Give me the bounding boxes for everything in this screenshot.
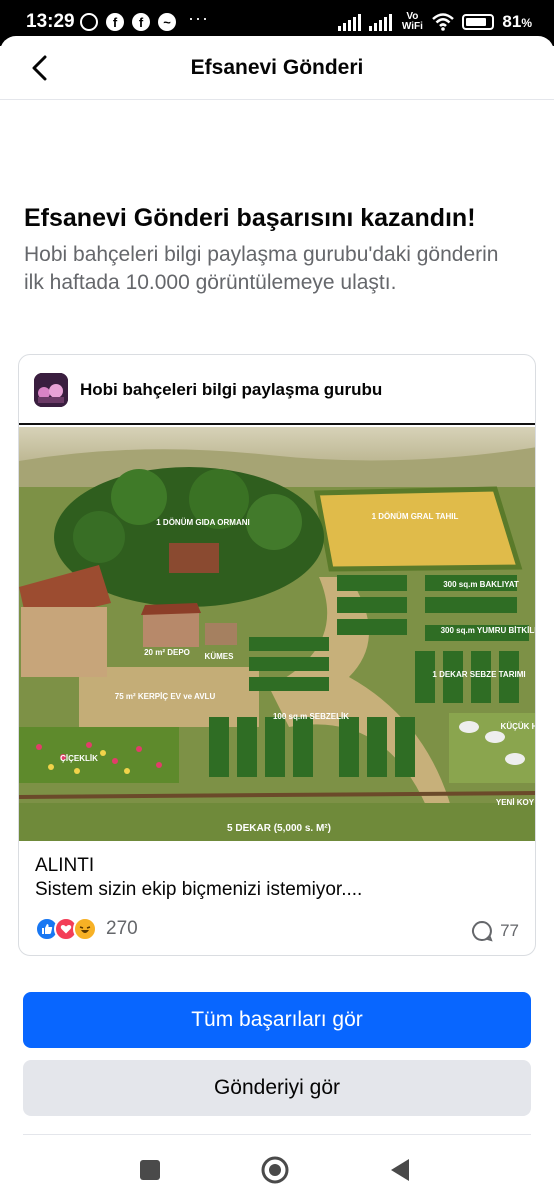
battery-percent: 81: [502, 12, 522, 31]
label-total: 5 DEKAR (5,000 s. M²): [227, 823, 331, 834]
back-nav-button[interactable]: [384, 1154, 416, 1186]
label-legumes: 300 sq.m BAKLIYAT: [443, 580, 519, 589]
divider: [23, 1134, 531, 1135]
group-name[interactable]: Hobi bahçeleri bilgi paylaşma gurubu: [80, 380, 382, 400]
home-circle-icon: [261, 1156, 289, 1184]
view-post-button[interactable]: Gönderiyi gör: [23, 1060, 531, 1116]
square-icon: [140, 1160, 160, 1180]
achievement-description: Hobi bahçeleri bilgi paylaşma gurubu'dak…: [24, 243, 499, 294]
label-small-livestock: KÜÇÜK H: [501, 722, 536, 731]
label-tubers: 300 sq.m YUMRU BİTKİLER: [441, 626, 536, 635]
alarm-icon: [80, 13, 98, 31]
post-text[interactable]: Sistem sizin ekip biçmenizi istemiyor...…: [35, 879, 362, 901]
achievement-title: Efsanevi Gönderi başarısını kazandın!: [24, 204, 476, 232]
label-mudhouse: 75 m² KERPİÇ EV ve AVLU: [115, 692, 216, 701]
haha-reaction-icon: [73, 917, 97, 941]
facebook-icon: f: [132, 13, 150, 31]
facebook-icon: f: [106, 13, 124, 31]
comment-icon: [472, 920, 493, 942]
comment-count: 77: [500, 921, 519, 940]
signal-icon: [338, 13, 362, 31]
signal-icon: [369, 13, 393, 31]
post-image[interactable]: 1 DÖNÜM GIDA ORMANI 1 DÖNÜM GRAL TAHIL 3…: [19, 427, 536, 841]
label-depot: 20 m² DEPO: [144, 648, 190, 657]
comments-summary[interactable]: 77: [470, 919, 519, 943]
label-flowers: ÇİÇEKLİK: [60, 754, 98, 763]
page-title: Efsanevi Gönderi: [190, 56, 364, 79]
status-time: 13:29: [26, 11, 75, 32]
system-navigation-bar: [0, 1140, 554, 1200]
page-header: Efsanevi Gönderi: [0, 36, 554, 100]
label-grain: 1 DÖNÜM GRAL TAHIL: [372, 512, 459, 521]
home-button[interactable]: [259, 1154, 291, 1186]
recent-apps-button[interactable]: [134, 1154, 166, 1186]
reaction-count: 270: [106, 918, 138, 939]
group-row[interactable]: Hobi bahçeleri bilgi paylaşma gurubu: [19, 355, 535, 425]
battery-unit: %: [521, 16, 532, 30]
label-feed: YENİ KOY: [496, 798, 535, 807]
messenger-icon: ~: [158, 13, 176, 31]
more-icon: ···: [188, 7, 209, 28]
see-all-achievements-button[interactable]: Tüm başarıları gör: [23, 992, 531, 1048]
label-coop: KÜMES: [205, 652, 235, 661]
label-food-forest: 1 DÖNÜM GIDA ORMANI: [156, 518, 249, 527]
group-avatar[interactable]: [34, 373, 68, 407]
triangle-back-icon: [391, 1159, 409, 1181]
reactions-summary[interactable]: 270: [35, 917, 138, 941]
post-card[interactable]: Hobi bahçeleri bilgi paylaşma gurubu 1 D…: [18, 354, 536, 956]
label-greens: 100 sq.m SEBZELİK: [273, 712, 349, 721]
post-title: ALINTI: [35, 855, 95, 876]
vowifi-icon: Vo WiFi: [401, 11, 423, 32]
label-vegetables: 1 DEKAR SEBZE TARIMI: [432, 670, 525, 679]
wifi-icon: [432, 13, 455, 31]
battery-icon: [462, 14, 495, 30]
